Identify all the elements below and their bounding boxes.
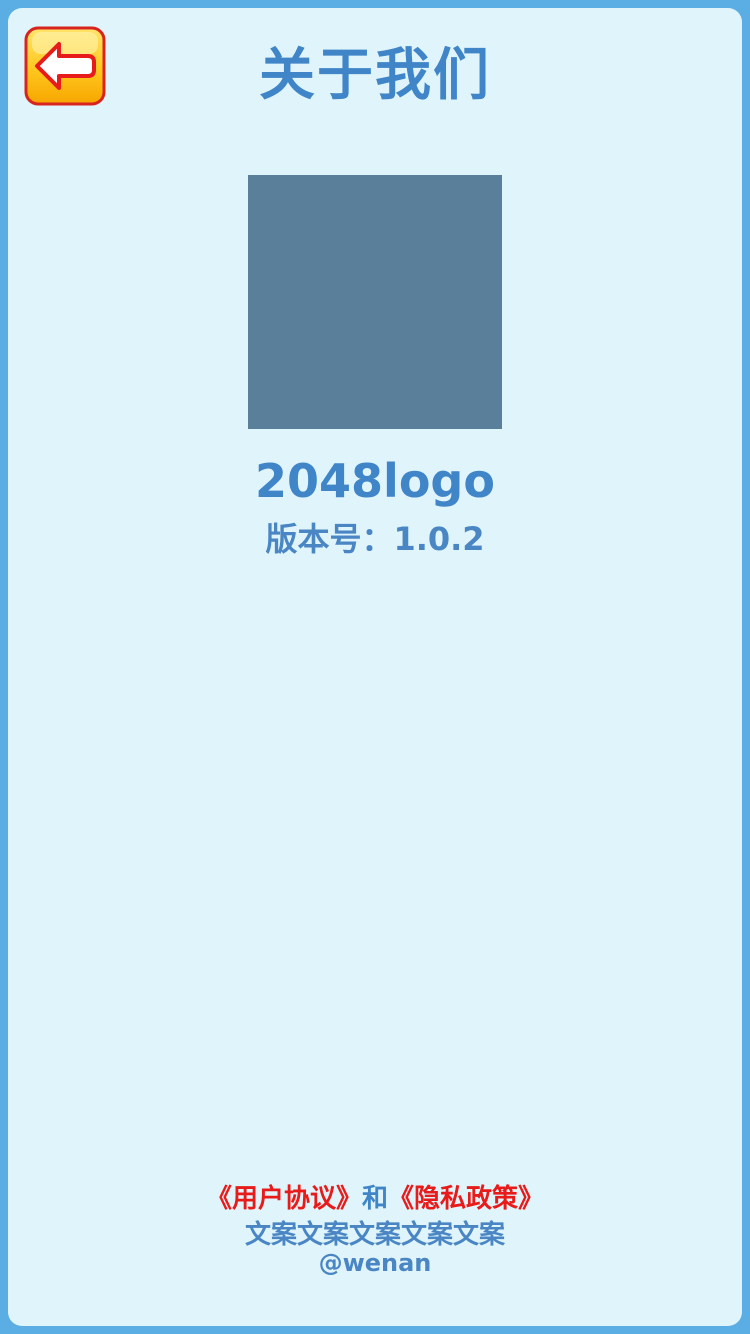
page-title: 关于我们: [259, 43, 491, 108]
logo-placeholder: [248, 175, 502, 429]
version-number: 1.0.2: [393, 520, 485, 558]
agreement-line: 《用户协议》和《隐私政策》: [0, 1178, 750, 1215]
app-logo: [248, 175, 502, 429]
footer-copy-text: 文案文案文案文案文案: [244, 1220, 505, 1250]
privacy-policy-link[interactable]: 《隐私政策》: [388, 1184, 544, 1214]
version-line: 版本号：1.0.2: [0, 514, 750, 560]
user-agreement-link[interactable]: 《用户协议》: [206, 1184, 362, 1214]
footer-handle: @wenan: [318, 1249, 432, 1277]
version-label: 版本号：: [265, 520, 394, 558]
app-name: 2048logo: [255, 454, 495, 508]
agreement-joiner: 和: [361, 1184, 388, 1214]
